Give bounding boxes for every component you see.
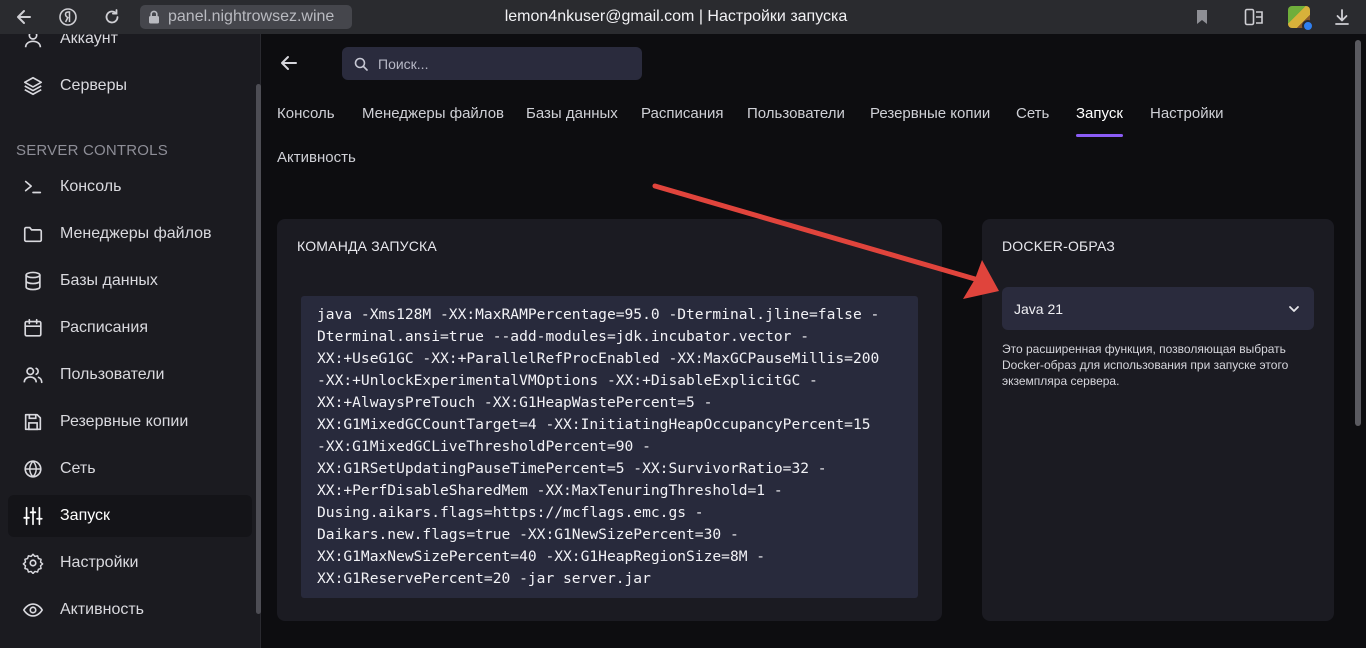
sidebar-item-label: Пользователи xyxy=(60,366,165,383)
back-arrow-icon[interactable] xyxy=(278,52,300,74)
tab-startup[interactable]: Запуск xyxy=(1076,105,1123,137)
startup-command-title: КОМАНДА ЗАПУСКА xyxy=(297,238,437,254)
chevron-down-icon xyxy=(1289,305,1299,312)
docker-image-card: DOCKER-ОБРАЗ Java 21 Это расширенная фун… xyxy=(982,219,1334,621)
section-label-server-controls: SERVER CONTROLS xyxy=(16,142,168,159)
command-line: XX:+AlwaysPreTouch -XX:G1HeapWastePercen… xyxy=(317,394,713,411)
yandex-logo-icon[interactable] xyxy=(56,5,80,29)
sidebar-item-label: Базы данных xyxy=(60,272,158,289)
layers-icon xyxy=(23,76,43,96)
sidebar-item-label: Запуск xyxy=(60,507,111,524)
sidebar-scrollbar[interactable] xyxy=(256,84,261,614)
users-icon xyxy=(23,367,43,384)
sidebar-item-label: Сеть xyxy=(60,460,96,477)
user-icon xyxy=(24,34,42,48)
search-box xyxy=(342,47,642,80)
terminal-icon xyxy=(24,180,42,194)
sidebar-item-label: Менеджеры файлов xyxy=(60,225,212,242)
sidebar-item-label: Активность xyxy=(60,601,145,618)
sidebar-item-label: Консоль xyxy=(60,178,122,195)
sidebar-item-servers[interactable]: Серверы xyxy=(8,65,252,107)
sidebar-item-settings[interactable]: Настройки xyxy=(8,542,252,584)
command-line: XX:+PerfDisableSharedMem -XX:MaxTenuring… xyxy=(317,482,783,499)
verified-check-icon xyxy=(1302,20,1314,32)
tab-databases[interactable]: Базы данных xyxy=(526,105,618,137)
sidebar-item-activity[interactable]: Активность xyxy=(8,589,252,631)
download-icon[interactable] xyxy=(1330,5,1354,29)
browser-back-icon[interactable] xyxy=(12,5,36,29)
gear-icon xyxy=(22,553,44,574)
tab-activity[interactable]: Активность xyxy=(277,149,356,181)
bookmark-icon[interactable] xyxy=(1190,5,1214,29)
sidebar-item-databases[interactable]: Базы данных xyxy=(8,260,252,302)
startup-command-text[interactable]: java -Xms128M -XX:MaxRAMPercentage=95.0 … xyxy=(317,304,902,590)
eye-icon xyxy=(22,603,44,617)
main-content: Консоль Менеджеры файлов Базы данных Рас… xyxy=(262,34,1352,648)
sidebar-item-label: Расписания xyxy=(60,319,148,336)
tab-schedules[interactable]: Расписания xyxy=(641,105,723,137)
save-icon xyxy=(24,413,42,431)
lock-icon xyxy=(149,10,159,24)
tab-files[interactable]: Менеджеры файлов xyxy=(362,105,504,137)
command-line: XX:G1MixedGCCountTarget=4 -XX:Initiating… xyxy=(317,416,871,433)
command-line: -XX:+UnlockExperimentalVMOptions -XX:+Di… xyxy=(317,372,818,389)
docker-image-select[interactable]: Java 21 xyxy=(1002,287,1314,330)
tab-settings[interactable]: Настройки xyxy=(1150,105,1224,137)
address-bar[interactable]: panel.nightrowsez.wine xyxy=(140,5,352,29)
docker-image-selected: Java 21 xyxy=(1014,300,1064,317)
database-icon xyxy=(25,271,41,291)
sidebar-item-schedules[interactable]: Расписания xyxy=(8,307,252,349)
sidebar-item-files[interactable]: Менеджеры файлов xyxy=(8,213,252,255)
command-line: XX:G1RSetUpdatingPauseTimePercent=5 -XX:… xyxy=(317,460,827,477)
command-line: XX:G1ReservePercent=20 -jar server.jar xyxy=(317,570,651,587)
docker-image-help: Это расширенная функция, позволяющая выб… xyxy=(1002,342,1289,388)
tab-users[interactable]: Пользователи xyxy=(747,105,845,137)
sidebar: Аккаунт Серверы SERVER CONTROLS Консоль … xyxy=(0,34,261,648)
command-line: Dusing.aikars.flags=https://mcflags.emc.… xyxy=(317,504,704,521)
calendar-icon xyxy=(24,318,42,337)
tabs-panel-icon[interactable] xyxy=(1242,5,1266,29)
sidebar-item-startup[interactable]: Запуск xyxy=(8,495,252,537)
page-scrollbar[interactable] xyxy=(1355,40,1361,426)
tab-backups[interactable]: Резервные копии xyxy=(870,105,990,137)
startup-command-box: java -Xms128M -XX:MaxRAMPercentage=95.0 … xyxy=(301,296,918,598)
folder-icon xyxy=(23,226,43,243)
sidebar-item-backups[interactable]: Резервные копии xyxy=(8,401,252,443)
browser-toolbar: panel.nightrowsez.wine lemon4nkuser@gmai… xyxy=(0,0,1366,34)
sidebar-item-label: Серверы xyxy=(60,77,127,94)
command-line: Daikars.new.flags=true -XX:G1NewSizePerc… xyxy=(317,526,739,543)
sidebar-item-label: Аккаунт xyxy=(60,34,118,47)
command-line: Dterminal.ansi=true --add-modules=jdk.in… xyxy=(317,328,810,345)
url-text: panel.nightrowsez.wine xyxy=(168,8,335,25)
search-input[interactable] xyxy=(378,55,618,72)
search-icon xyxy=(354,57,368,71)
globe-icon xyxy=(24,460,42,478)
command-line: java -Xms128M -XX:MaxRAMPercentage=95.0 … xyxy=(317,306,880,323)
sidebar-item-console[interactable]: Консоль xyxy=(8,166,252,208)
startup-command-card: КОМАНДА ЗАПУСКА java -Xms128M -XX:MaxRAM… xyxy=(277,219,942,621)
command-line: XX:G1MaxNewSizePercent=40 -XX:G1HeapRegi… xyxy=(317,548,766,565)
command-line: -XX:G1MixedGCLiveThresholdPercent=90 - xyxy=(317,438,651,455)
sidebar-item-label: Резервные копии xyxy=(60,413,189,430)
sidebar-item-users[interactable]: Пользователи xyxy=(8,354,252,396)
sidebar-item-network[interactable]: Сеть xyxy=(8,448,252,490)
docker-image-title: DOCKER-ОБРАЗ xyxy=(1002,238,1116,254)
sliders-icon xyxy=(23,506,43,526)
reload-icon[interactable] xyxy=(100,5,124,29)
tab-console[interactable]: Консоль xyxy=(277,105,335,137)
tab-network[interactable]: Сеть xyxy=(1016,105,1049,137)
sidebar-item-label: Настройки xyxy=(60,554,139,571)
sidebar-item-account[interactable]: Аккаунт xyxy=(8,34,252,60)
profile-avatar[interactable] xyxy=(1288,6,1314,32)
command-line: XX:+UseG1GC -XX:+ParallelRefProcEnabled … xyxy=(317,350,880,367)
